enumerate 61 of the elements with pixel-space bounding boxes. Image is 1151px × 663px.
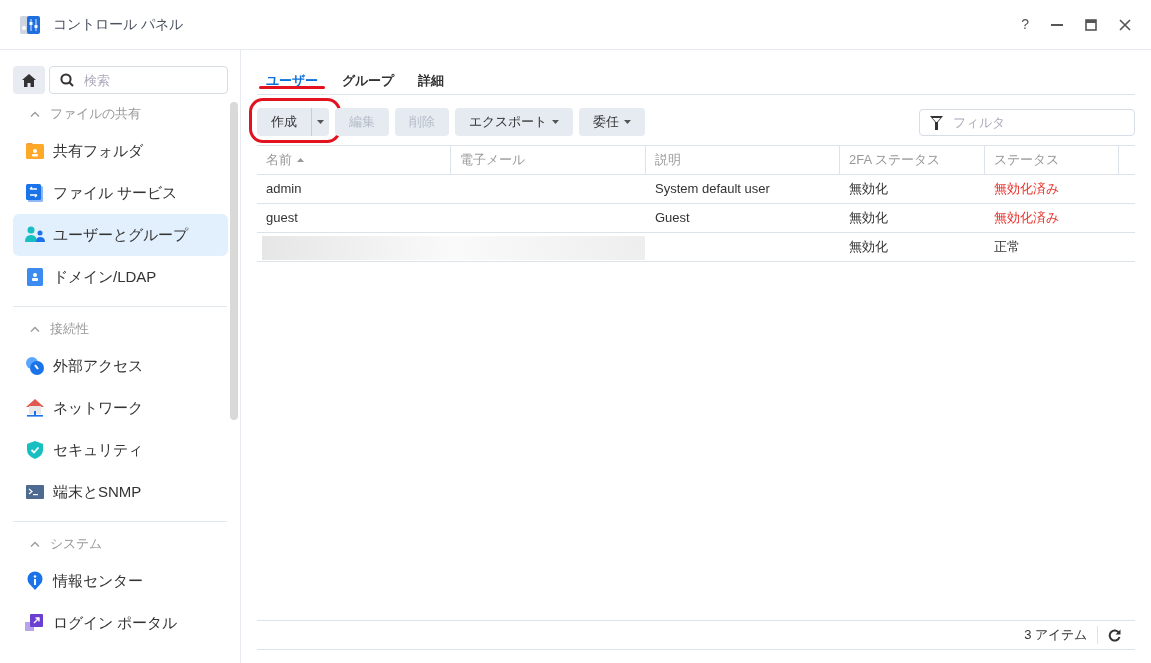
chevron-up-icon <box>30 110 40 117</box>
caret-icon <box>552 120 559 124</box>
tab[interactable]: ユーザー <box>266 71 318 91</box>
table-cell-text: Guest <box>654 209 691 228</box>
help-button[interactable]: ? <box>1021 14 1029 35</box>
sidebar-item[interactable]: セキュリティ <box>13 429 228 471</box>
filter-field[interactable]: フィルタ <box>919 108 1135 136</box>
table-cell-text: admin <box>265 180 303 199</box>
table-row[interactable]: admin System default user 無効化 無効化済み <box>257 175 1135 204</box>
sidebar-item[interactable]: ネットワーク <box>13 387 228 429</box>
dropdown-button[interactable]: エクスポート <box>455 108 573 136</box>
terminal-icon <box>25 482 45 502</box>
sidebar-item[interactable]: ドメイン/LDAP <box>13 256 228 298</box>
table-cell-text: 無効化 <box>848 180 889 199</box>
chevron-up-icon <box>30 325 40 332</box>
file-share-icon <box>25 183 45 203</box>
maximize-icon[interactable] <box>1085 18 1097 31</box>
table-row[interactable]: 無効化 正常 <box>257 233 1135 262</box>
dropdown-button[interactable]: 委任 <box>579 108 645 136</box>
users-icon <box>25 225 45 245</box>
table-cell-text: guest <box>265 209 299 228</box>
house-icon <box>25 398 45 418</box>
refresh-icon[interactable] <box>1108 628 1121 642</box>
chevron-up-icon <box>30 540 40 547</box>
info-icon <box>25 571 45 591</box>
sidebar-item[interactable]: 共有フォルダ <box>13 130 228 172</box>
sidebar-item[interactable]: ファイル サービス <box>13 172 228 214</box>
scrollbar[interactable] <box>230 102 238 420</box>
search-field[interactable]: 検索 <box>49 66 228 94</box>
table-cell-text: 正常 <box>993 238 1021 257</box>
table-cell-text: System default user <box>654 180 771 199</box>
search-icon <box>60 73 74 87</box>
home-button[interactable] <box>13 66 45 94</box>
item-count: 3 アイテム <box>1024 626 1087 645</box>
sidebar-item[interactable]: 端末とSNMP <box>13 471 228 513</box>
table-cell-text: 無効化 <box>848 238 889 257</box>
table-cell-text: 無効化済み <box>993 180 1060 199</box>
sidebar-item[interactable]: 情報センター <box>13 560 228 602</box>
close-icon[interactable] <box>1119 18 1131 31</box>
caret-icon <box>317 120 324 124</box>
window-title: コントロール パネル <box>53 15 183 34</box>
control-panel-icon <box>19 13 41 36</box>
shield-icon <box>25 440 45 460</box>
portal-icon <box>25 613 45 633</box>
tab[interactable]: グループ <box>342 71 394 91</box>
table-row[interactable]: guest Guest 無効化 無効化済み <box>257 204 1135 233</box>
create-button[interactable]: 作成 <box>257 108 311 136</box>
filter-icon <box>930 115 943 130</box>
folder-icon <box>25 141 45 161</box>
sidebar-item[interactable]: ユーザーとグループ <box>13 214 228 256</box>
globe-icon <box>25 356 45 376</box>
sidebar-item[interactable]: 外部アクセス <box>13 345 228 387</box>
sort-icon <box>297 158 304 162</box>
home-icon <box>22 73 36 87</box>
dropdown-button[interactable] <box>311 108 329 136</box>
contact-card-icon <box>25 267 45 287</box>
table-cell-text: 無効化 <box>848 209 889 228</box>
table-cell-text: 無効化済み <box>993 209 1060 228</box>
tab[interactable]: 詳細 <box>418 71 444 91</box>
caret-icon <box>624 120 631 124</box>
sidebar-item[interactable]: ログイン ポータル <box>13 602 228 644</box>
